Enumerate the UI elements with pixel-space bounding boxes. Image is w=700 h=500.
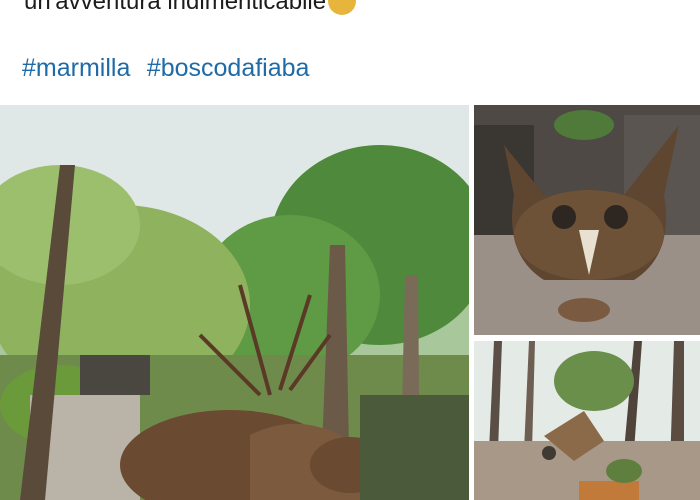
face-emoji-icon: [328, 0, 357, 15]
hashtag-marmilla[interactable]: #marmilla: [22, 54, 130, 82]
post-text-content: un'avventura indimenticabile: [24, 0, 327, 15]
photo-gallery: [0, 105, 700, 500]
hashtags: #marmilla #boscodafiaba: [22, 54, 321, 83]
deer-sculpture-image: [0, 105, 469, 500]
post-text: un'avventura indimenticabile: [24, 0, 357, 17]
forest-sculpture-image: [474, 341, 700, 500]
hashtag-boscodafiaba[interactable]: #boscodafiaba: [147, 54, 310, 82]
owl-sculpture-photo[interactable]: [474, 105, 700, 335]
owl-sculpture-image: [474, 105, 700, 335]
forest-sculpture-photo[interactable]: [474, 341, 700, 500]
deer-sculpture-photo[interactable]: [0, 105, 469, 500]
